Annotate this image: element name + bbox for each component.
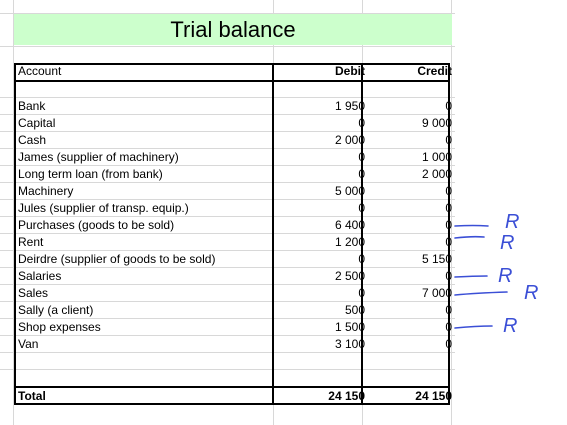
account-cell[interactable]: Long term loan (from bank) — [18, 166, 268, 183]
account-cell[interactable]: Van — [18, 336, 268, 353]
debit-cell[interactable]: 0 — [274, 285, 365, 302]
account-cell[interactable]: Deirdre (supplier of goods to be sold) — [18, 251, 268, 268]
account-cell[interactable]: Cash — [18, 132, 268, 149]
debit-cell[interactable]: 0 — [274, 200, 365, 217]
header-rule — [14, 80, 450, 82]
account-cell[interactable]: James (supplier of machinery) — [18, 149, 268, 166]
debit-cell[interactable]: 2 500 — [274, 268, 365, 285]
pen-stroke-rent — [454, 235, 485, 239]
table-row: Salaries 2 500 0 — [16, 268, 452, 285]
table-row: Jules (supplier of transp. equip.) 0 0 — [16, 200, 452, 217]
pen-stroke-shop-expenses — [454, 325, 493, 329]
table-row: Rent 1 200 0 — [16, 234, 452, 251]
r-mark-salaries: R — [498, 265, 512, 287]
debit-cell[interactable]: 0 — [274, 251, 365, 268]
debit-cell[interactable]: 0 — [274, 115, 365, 132]
table-row: Sally (a client) 500 0 — [16, 302, 452, 319]
credit-cell[interactable]: 7 000 — [363, 285, 452, 302]
credit-cell[interactable]: 2 000 — [363, 166, 452, 183]
credit-cell[interactable]: 1 000 — [363, 149, 452, 166]
table-row: Shop expenses 1 500 0 — [16, 319, 452, 336]
total-debit[interactable]: 24 150 — [274, 388, 365, 405]
total-row: Total 24 150 24 150 — [16, 388, 452, 405]
grid-line — [0, 46, 455, 47]
pen-stroke-salaries — [454, 275, 488, 278]
total-label[interactable]: Total — [18, 388, 268, 405]
credit-cell[interactable]: 0 — [363, 98, 452, 115]
header-account[interactable]: Account — [18, 63, 268, 80]
header-row: Account Debit Credit — [16, 63, 452, 80]
debit-cell[interactable]: 2 000 — [274, 132, 365, 149]
credit-cell[interactable]: 0 — [363, 234, 452, 251]
r-mark-sales: R — [524, 282, 538, 304]
account-cell[interactable]: Capital — [18, 115, 268, 132]
header-debit[interactable]: Debit — [274, 63, 365, 80]
debit-cell[interactable]: 1 950 — [274, 98, 365, 115]
account-cell[interactable]: Shop expenses — [18, 319, 268, 336]
debit-cell[interactable]: 1 200 — [274, 234, 365, 251]
table-row: Capital 0 9 000 — [16, 115, 452, 132]
credit-cell[interactable]: 0 — [363, 132, 452, 149]
table-row: Van 3 100 0 — [16, 336, 452, 353]
table-row: Cash 2 000 0 — [16, 132, 452, 149]
pen-stroke-sales — [454, 291, 508, 296]
table-row: Sales 0 7 000 — [16, 285, 452, 302]
credit-cell[interactable]: 5 150 — [363, 251, 452, 268]
credit-cell[interactable]: 0 — [363, 336, 452, 353]
table-row: Machinery 5 000 0 — [16, 183, 452, 200]
account-cell[interactable]: Sally (a client) — [18, 302, 268, 319]
debit-cell[interactable]: 0 — [274, 166, 365, 183]
account-cell[interactable]: Sales — [18, 285, 268, 302]
account-cell[interactable]: Jules (supplier of transp. equip.) — [18, 200, 268, 217]
credit-cell[interactable]: 9 000 — [363, 115, 452, 132]
table-row: Purchases (goods to be sold) 6 400 0 — [16, 217, 452, 234]
debit-cell[interactable]: 0 — [274, 149, 365, 166]
credit-cell[interactable]: 0 — [363, 268, 452, 285]
credit-cell[interactable]: 0 — [363, 200, 452, 217]
debit-cell[interactable]: 3 100 — [274, 336, 365, 353]
credit-cell[interactable]: 0 — [363, 183, 452, 200]
account-cell[interactable]: Salaries — [18, 268, 268, 285]
debit-cell[interactable]: 6 400 — [274, 217, 365, 234]
debit-cell[interactable]: 500 — [274, 302, 365, 319]
debit-cell[interactable]: 5 000 — [274, 183, 365, 200]
debit-cell[interactable]: 1 500 — [274, 319, 365, 336]
r-mark-purchases: R — [505, 211, 519, 233]
table-row: Deirdre (supplier of goods to be sold) 0… — [16, 251, 452, 268]
account-cell[interactable]: Bank — [18, 98, 268, 115]
total-credit[interactable]: 24 150 — [363, 388, 452, 405]
credit-cell[interactable]: 0 — [363, 302, 452, 319]
r-mark-shop-expenses: R — [503, 315, 517, 337]
table-row: Bank 1 950 0 — [16, 98, 452, 115]
r-mark-rent: R — [500, 232, 514, 254]
account-cell[interactable]: Rent — [18, 234, 268, 251]
account-cell[interactable]: Purchases (goods to be sold) — [18, 217, 268, 234]
table-row: James (supplier of machinery) 0 1 000 — [16, 149, 452, 166]
header-credit[interactable]: Credit — [363, 63, 452, 80]
spreadsheet: Trial balance Account Debit Credit Bank … — [0, 0, 567, 425]
sheet-title[interactable]: Trial balance — [14, 14, 452, 45]
table-row: Long term loan (from bank) 0 2 000 — [16, 166, 452, 183]
pen-stroke-purchases — [454, 224, 489, 227]
credit-cell[interactable]: 0 — [363, 217, 452, 234]
account-cell[interactable]: Machinery — [18, 183, 268, 200]
credit-cell[interactable]: 0 — [363, 319, 452, 336]
